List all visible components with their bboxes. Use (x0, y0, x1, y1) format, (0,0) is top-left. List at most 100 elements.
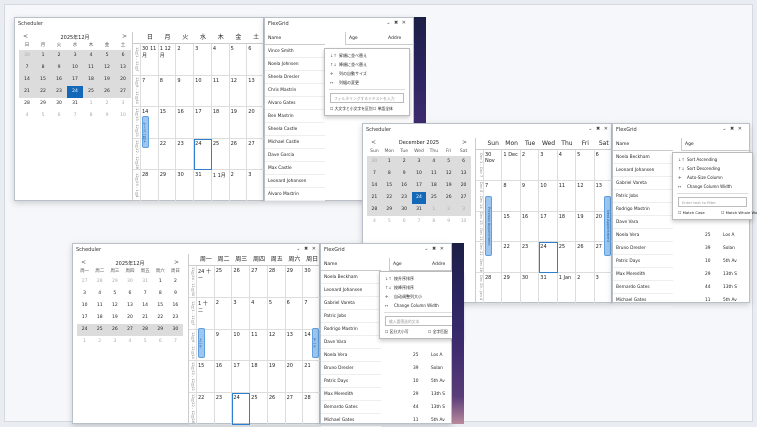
mini-day[interactable]: 9 (441, 216, 456, 228)
mini-day[interactable]: 1 (381, 156, 397, 168)
addr-header[interactable]: Addre (429, 258, 453, 271)
mini-day[interactable]: 21 (367, 192, 382, 204)
mini-day[interactable]: 24 (67, 86, 83, 98)
month-day-cell[interactable]: 1 Dec (502, 150, 521, 181)
mini-day[interactable]: 21 (138, 312, 153, 324)
grid-name-cell[interactable]: Sheela Dresler (265, 71, 325, 84)
month-day-cell[interactable]: 8 (502, 180, 521, 212)
sort-ascending-item[interactable]: ↓↑ Sort Ascending (673, 156, 752, 164)
mini-day[interactable]: 29 (152, 324, 168, 336)
mini-day[interactable]: 12 (99, 62, 115, 74)
next-month-button[interactable]: > (462, 139, 467, 146)
month-day-cell[interactable]: 30 (303, 266, 321, 298)
month-day-cell[interactable]: 19 (267, 361, 286, 394)
month-day-cell[interactable]: 29 (158, 170, 177, 202)
month-day-cell[interactable]: 3 (194, 44, 212, 76)
month-day-cell[interactable]: 11 (557, 180, 577, 212)
grid-address-cell[interactable]: 5th Av (431, 414, 445, 427)
month-day-cell[interactable]: 24 (194, 138, 212, 171)
mini-day[interactable]: 8 (83, 110, 99, 122)
mini-day[interactable]: 23 (51, 86, 67, 98)
mini-day[interactable]: 7 (367, 168, 382, 180)
month-day-cell[interactable]: 1 12月 (158, 44, 177, 76)
mini-day[interactable]: 5 (99, 50, 115, 62)
sort-ascending-item[interactable]: ↓↑ 昇順に並べ替え (325, 52, 409, 60)
window-controls[interactable]: ⌄ ✖ ✕ (722, 126, 743, 132)
mini-day[interactable]: 4 (83, 50, 99, 62)
grid-name-cell[interactable]: Patric Days (321, 375, 381, 388)
month-day-cell[interactable]: 1 1月 (211, 170, 230, 202)
month-day-cell[interactable]: 3 (594, 273, 613, 304)
month-day-cell[interactable]: 29 (285, 266, 304, 298)
mini-day[interactable]: 8 (35, 62, 51, 74)
month-day-cell[interactable]: 2 (229, 170, 248, 202)
month-day-cell[interactable]: 24 (232, 393, 251, 425)
previous-appointment-button[interactable]: ケース一覧ト (142, 116, 149, 148)
grid-name-cell[interactable]: Bernardo Gates (613, 281, 673, 294)
mini-day[interactable]: 17 (411, 180, 427, 192)
month-day-cell[interactable]: 12 (229, 75, 248, 108)
filter-input[interactable]: 输入要筛选的文本 (385, 316, 457, 326)
grid-name-cell[interactable]: Patric Days (613, 255, 673, 268)
month-day-cell[interactable]: 6 (594, 150, 613, 181)
month-day-cell[interactable]: 15 (197, 361, 215, 394)
mini-day[interactable]: 13 (122, 300, 137, 312)
mini-day[interactable]: 1 (35, 50, 51, 62)
mini-day[interactable]: 9 (396, 168, 412, 180)
grid-name-cell[interactable]: Leonard Johansen (265, 175, 325, 188)
previous-appointment-button[interactable]: Previous Appointment (485, 196, 492, 256)
grid-age-cell[interactable]: 39 (705, 242, 710, 255)
grid-name-cell[interactable]: Vince Smith (265, 45, 325, 58)
grid-name-cell[interactable]: Rodrigo Mastrin (321, 323, 381, 336)
month-day-cell[interactable]: 16 (520, 211, 540, 243)
grid-address-cell[interactable]: 13th S (723, 268, 737, 281)
month-day-cell[interactable]: 5 (229, 44, 248, 76)
mini-day[interactable]: 3 (77, 288, 92, 300)
grid-age-cell[interactable]: 10 (705, 255, 710, 268)
month-day-cell[interactable]: 2 (520, 150, 540, 181)
mini-day[interactable]: 29 (35, 98, 51, 110)
mini-day[interactable]: 9 (99, 110, 115, 122)
mini-day[interactable]: 9 (51, 62, 67, 74)
month-day-cell[interactable]: 23 (176, 138, 195, 171)
mini-day[interactable]: 30 (51, 98, 67, 110)
month-day-cell[interactable]: 17 (539, 211, 558, 243)
auto-size-column-item[interactable]: ✛ 列の自動サイズ (325, 70, 409, 78)
col-address-header[interactable]: Addre (388, 36, 401, 41)
grid-age-cell[interactable]: 25 (705, 229, 710, 242)
month-day-cell[interactable]: 18 (250, 361, 268, 394)
month-day-cell[interactable]: 6 (285, 297, 304, 330)
month-day-cell[interactable]: 5 (576, 150, 595, 181)
match-case-checkbox[interactable]: ☐ 区分大小写 (385, 329, 409, 335)
mini-day[interactable]: 7 (138, 288, 153, 300)
next-appointment-button[interactable]: Next Appointment (604, 196, 611, 256)
mini-day[interactable]: 1 (77, 336, 92, 348)
mini-day[interactable]: 30 (167, 324, 183, 336)
month-day-cell[interactable]: 27 (247, 138, 265, 171)
mini-day[interactable]: 26 (107, 324, 123, 336)
mini-day[interactable]: 22 (153, 312, 168, 324)
month-day-cell[interactable]: 28 (484, 273, 503, 304)
month-day-cell[interactable]: 7 (141, 75, 159, 108)
grid-name-cell[interactable]: Dave Vara (321, 336, 381, 349)
mini-day[interactable]: 14 (19, 74, 35, 86)
grid-name-cell[interactable]: Alvaro Gates (265, 97, 325, 110)
grid-address-cell[interactable]: Solan (723, 242, 735, 255)
mini-day[interactable]: 4 (92, 288, 107, 300)
mini-day[interactable]: 5 (441, 156, 457, 168)
mini-day[interactable]: 3 (456, 204, 471, 216)
grid-address-cell[interactable]: Los A (723, 229, 735, 242)
month-day-cell[interactable]: 25 (557, 242, 577, 274)
mini-day[interactable]: 20 (122, 312, 137, 324)
grid-name-cell[interactable]: Dave Garcia (265, 149, 325, 162)
grid-name-cell[interactable]: Ben Mastrin (265, 110, 325, 123)
col-name-header[interactable]: Name (324, 262, 337, 267)
month-day-cell[interactable]: 20 (285, 361, 304, 394)
mini-day[interactable]: 5 (35, 110, 51, 122)
mini-day[interactable]: 4 (426, 156, 442, 168)
month-day-cell[interactable]: 2 (176, 44, 195, 76)
mini-day[interactable]: 30 (396, 204, 412, 216)
window-controls[interactable]: ⌄ ✖ ✕ (424, 246, 445, 252)
mini-day[interactable]: 2 (51, 50, 67, 62)
mini-day[interactable]: 10 (67, 62, 83, 74)
